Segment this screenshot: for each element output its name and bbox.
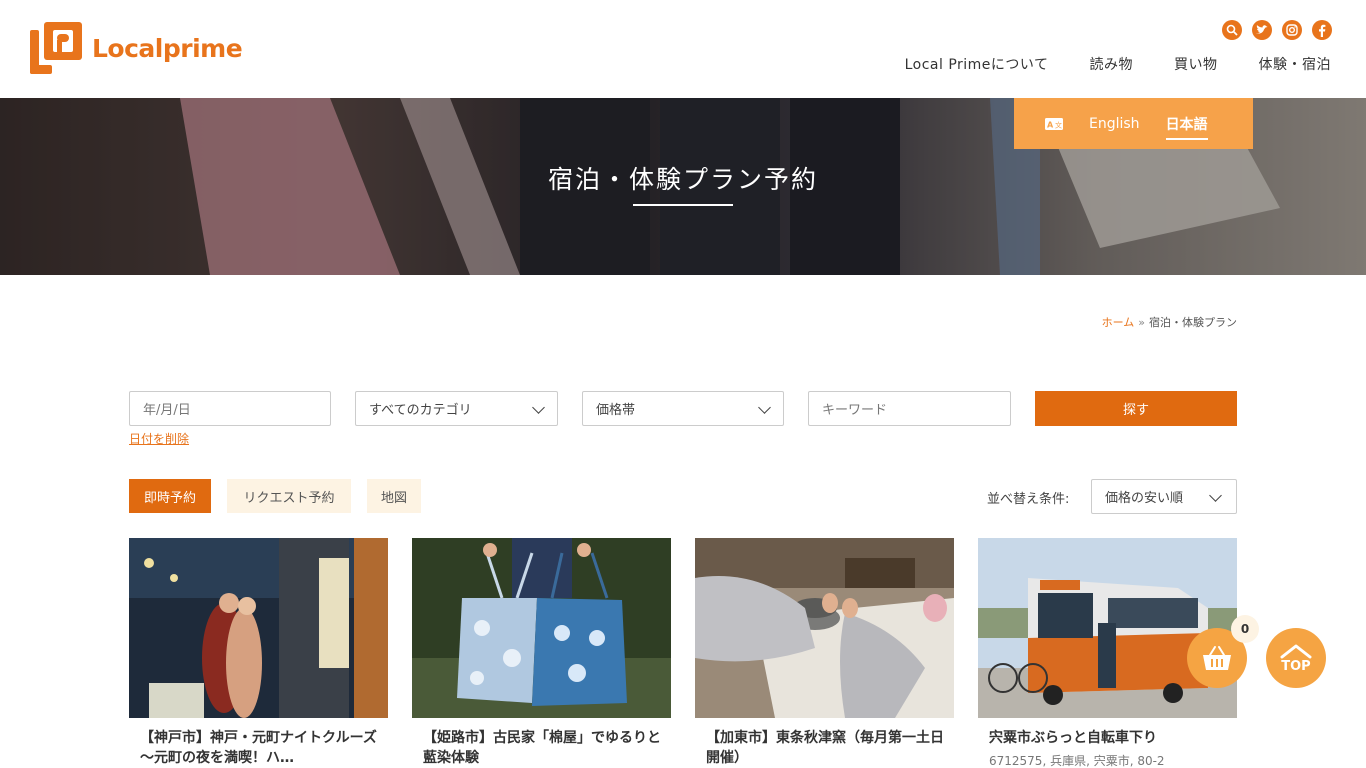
category-value: すべてのカテゴリ	[369, 403, 472, 418]
logo[interactable]: Localprime	[30, 22, 243, 74]
translate-icon: A 文	[1045, 117, 1063, 130]
back-to-top-button[interactable]: TOP	[1266, 628, 1326, 688]
facebook-icon[interactable]	[1312, 20, 1332, 40]
lang-english[interactable]: English	[1089, 116, 1140, 132]
twitter-icon[interactable]	[1252, 20, 1272, 40]
chevron-down-icon	[758, 401, 771, 414]
plan-address: 6712575, 兵庫県, 宍粟市, 80-2	[989, 754, 1165, 768]
sort-value: 価格の安い順	[1105, 491, 1184, 506]
instagram-icon[interactable]	[1282, 20, 1302, 40]
chevron-down-icon	[532, 401, 545, 414]
cart-count-badge: 0	[1231, 615, 1259, 643]
keyword-input[interactable]: キーワード	[808, 391, 1011, 426]
plan-card[interactable]: 【神戸市】神戸・元町ナイトクルーズ ～元町の夜を満喫！ハ…	[129, 538, 391, 768]
tab-instant-booking[interactable]: 即時予約	[129, 479, 211, 513]
category-select[interactable]: すべてのカテゴリ	[355, 391, 558, 426]
chevron-down-icon	[1209, 489, 1222, 502]
title-underline	[633, 204, 733, 206]
plan-card[interactable]: 【姫路市】古民家「棉屋」でゆるりと藍染体験	[412, 538, 671, 768]
plan-title[interactable]: 【神戸市】神戸・元町ナイトクルーズ ～元町の夜を満喫！ハ…	[129, 728, 391, 768]
sort-label: 並べ替え条件:	[987, 492, 1070, 507]
plan-card[interactable]: 【加東市】東条秋津窯（毎月第一土日開催）	[695, 538, 954, 768]
site-header: Localprime Local Primeについて 読み物 買い物 体験・宿泊	[0, 0, 1366, 98]
basket-icon	[1203, 646, 1231, 670]
plan-title[interactable]: 【加東市】東条秋津窯（毎月第一土日開催）	[695, 728, 954, 768]
logo-mark-icon	[30, 22, 82, 74]
breadcrumb-separator: »	[1138, 316, 1145, 329]
tab-request-booking[interactable]: リクエスト予約	[227, 479, 351, 513]
nav-articles[interactable]: 読み物	[1090, 54, 1134, 74]
back-to-top-label: TOP	[1281, 658, 1311, 674]
page-title: 宿泊・体験プラン予約	[547, 165, 818, 194]
date-placeholder: 年/月/日	[143, 403, 191, 418]
nav-shopping[interactable]: 買い物	[1174, 54, 1218, 74]
date-input[interactable]: 年/月/日	[129, 391, 331, 426]
search-button[interactable]: 探す	[1035, 391, 1237, 426]
keyword-placeholder: キーワード	[822, 403, 888, 418]
main-nav: Local Primeについて 読み物 買い物 体験・宿泊	[905, 54, 1331, 74]
chevron-up-icon	[1280, 644, 1312, 658]
price-select[interactable]: 価格帯	[582, 391, 784, 426]
plan-title[interactable]: 宍粟市ぶらっと自転車下り	[978, 728, 1237, 748]
plan-image[interactable]	[412, 538, 671, 718]
lang-japanese[interactable]: 日本語	[1165, 114, 1208, 140]
plan-image[interactable]	[695, 538, 954, 718]
plan-title[interactable]: 【姫路市】古民家「棉屋」でゆるりと藍染体験	[412, 728, 671, 768]
nav-experience-stay[interactable]: 体験・宿泊	[1259, 54, 1332, 74]
svg-text:文: 文	[1055, 120, 1062, 129]
plan-image[interactable]	[978, 538, 1237, 718]
price-value: 価格帯	[596, 403, 636, 418]
social-links	[1222, 20, 1332, 40]
sort-select[interactable]: 価格の安い順	[1091, 479, 1237, 514]
breadcrumb-current: 宿泊・体験プラン	[1149, 316, 1237, 329]
clear-date-link[interactable]: 日付を削除	[129, 430, 189, 447]
nav-about[interactable]: Local Primeについて	[905, 54, 1049, 74]
tab-map[interactable]: 地図	[367, 479, 421, 513]
plan-image[interactable]	[129, 538, 388, 718]
logo-text: Localprime	[92, 33, 243, 63]
search-icon[interactable]	[1222, 20, 1242, 40]
svg-text:A: A	[1047, 120, 1054, 129]
breadcrumb: ホーム» 宿泊・体験プラン	[1102, 314, 1237, 330]
language-switcher: A 文 English 日本語	[1014, 98, 1253, 149]
breadcrumb-home[interactable]: ホーム	[1102, 316, 1135, 329]
